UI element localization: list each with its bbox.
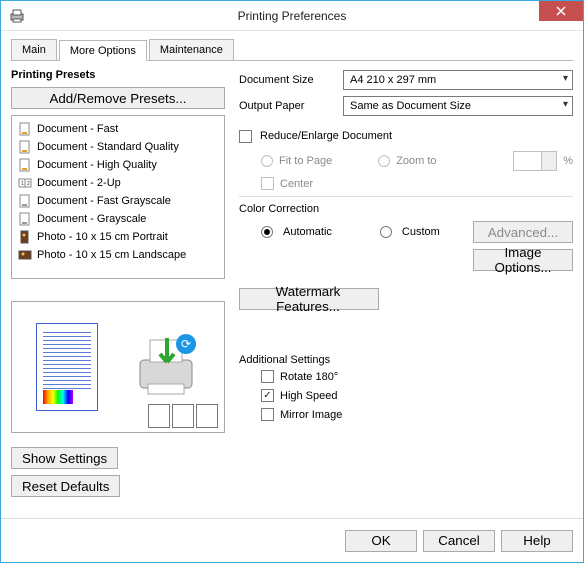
add-remove-presets-button[interactable]: Add/Remove Presets... — [11, 87, 225, 109]
preset-label: Document - Fast Grayscale — [37, 195, 171, 207]
titlebar: Printing Preferences — [1, 1, 583, 31]
help-button[interactable]: Help — [501, 530, 573, 552]
footer: OK Cancel Help — [1, 518, 583, 562]
output-paper-label: Output Paper — [239, 100, 335, 112]
document-size-label: Document Size — [239, 74, 335, 86]
doc-gray-icon — [18, 212, 32, 226]
automatic-radio[interactable] — [261, 226, 273, 238]
preset-item[interactable]: Photo - 10 x 15 cm Portrait — [16, 228, 220, 246]
fit-to-page-label: Fit to Page — [279, 155, 332, 167]
percent-label: % — [563, 155, 573, 167]
svg-text:2: 2 — [27, 181, 30, 187]
tab-maintenance[interactable]: Maintenance — [149, 39, 234, 60]
rotate-180-label: Rotate 180° — [280, 371, 338, 383]
window-body: Main More Options Maintenance Printing P… — [1, 31, 583, 518]
doc-icon — [18, 140, 32, 154]
custom-label: Custom — [402, 226, 440, 238]
reduce-enlarge-label: Reduce/Enlarge Document — [260, 130, 392, 142]
preset-item[interactable]: Document - Grayscale — [16, 210, 220, 228]
document-size-select[interactable]: A4 210 x 297 mm — [343, 70, 573, 90]
cancel-button[interactable]: Cancel — [423, 530, 495, 552]
output-paper-select[interactable]: Same as Document Size — [343, 96, 573, 116]
preset-item[interactable]: Document - Standard Quality — [16, 138, 220, 156]
preset-label: Document - Grayscale — [37, 213, 146, 225]
photo-portrait-icon — [18, 230, 32, 244]
preset-item[interactable]: Photo - 10 x 15 cm Landscape — [16, 246, 220, 264]
high-speed-label: High Speed — [280, 390, 338, 402]
printer-graphic: ⟳ — [134, 332, 200, 402]
printing-presets-heading: Printing Presets — [11, 69, 225, 81]
photo-landscape-icon — [18, 248, 32, 262]
high-speed-checkbox[interactable]: ✓ — [261, 389, 274, 402]
content: Printing Presets Add/Remove Presets... D… — [11, 69, 573, 508]
output-paper-value: Same as Document Size — [350, 100, 471, 112]
sync-icon: ⟳ — [176, 334, 196, 354]
ok-button[interactable]: OK — [345, 530, 417, 552]
fit-to-page-radio — [261, 155, 273, 167]
doc-gray-icon — [18, 194, 32, 208]
mirror-image-label: Mirror Image — [280, 409, 342, 421]
svg-text:1: 1 — [21, 181, 24, 187]
document-size-value: A4 210 x 297 mm — [350, 74, 436, 86]
preset-item[interactable]: 12 Document - 2-Up — [16, 174, 220, 192]
close-button[interactable] — [539, 1, 583, 21]
preset-label: Document - High Quality — [37, 159, 157, 171]
zoom-to-radio — [378, 155, 390, 167]
right-panel: Document Size A4 210 x 297 mm Output Pap… — [239, 69, 573, 508]
reset-defaults-button[interactable]: Reset Defaults — [11, 475, 120, 497]
image-options-button[interactable]: Image Options... — [473, 249, 573, 271]
preset-item[interactable]: Document - High Quality — [16, 156, 220, 174]
mirror-image-checkbox[interactable] — [261, 408, 274, 421]
left-panel: Printing Presets Add/Remove Presets... D… — [11, 69, 225, 508]
preset-item[interactable]: Document - Fast Grayscale — [16, 192, 220, 210]
doc-icon — [18, 158, 32, 172]
preview-box: ⟳ — [11, 301, 225, 433]
doc-icon — [18, 122, 32, 136]
window: Printing Preferences Main More Options M… — [0, 0, 584, 563]
preset-label: Photo - 10 x 15 cm Landscape — [37, 249, 186, 261]
preset-list: Document - Fast Document - Standard Qual… — [11, 115, 225, 279]
preset-item[interactable]: Document - Fast — [16, 120, 220, 138]
2up-icon: 12 — [18, 176, 32, 190]
center-label: Center — [280, 178, 313, 190]
preset-label: Document - 2-Up — [37, 177, 121, 189]
custom-radio[interactable] — [380, 226, 392, 238]
automatic-label: Automatic — [283, 226, 332, 238]
additional-settings-label: Additional Settings — [239, 354, 573, 366]
reduce-enlarge-checkbox[interactable] — [239, 130, 252, 143]
zoom-to-label: Zoom to — [396, 155, 436, 167]
preset-label: Photo - 10 x 15 cm Portrait — [37, 231, 168, 243]
center-checkbox — [261, 177, 274, 190]
zoom-spinner: ▴▾ — [513, 151, 557, 171]
window-title: Printing Preferences — [1, 9, 583, 23]
tab-main[interactable]: Main — [11, 39, 57, 60]
advanced-button: Advanced... — [473, 221, 573, 243]
preset-label: Document - Standard Quality — [37, 141, 179, 153]
page-thumbnail — [36, 323, 98, 411]
tab-more-options[interactable]: More Options — [59, 40, 147, 61]
collate-icons — [148, 404, 218, 428]
close-icon — [556, 6, 566, 16]
watermark-features-button[interactable]: Watermark Features... — [239, 288, 379, 310]
preset-label: Document - Fast — [37, 123, 118, 135]
show-settings-button[interactable]: Show Settings — [11, 447, 118, 469]
rotate-180-checkbox[interactable] — [261, 370, 274, 383]
tab-strip: Main More Options Maintenance — [11, 39, 573, 61]
color-correction-label: Color Correction — [239, 203, 573, 215]
